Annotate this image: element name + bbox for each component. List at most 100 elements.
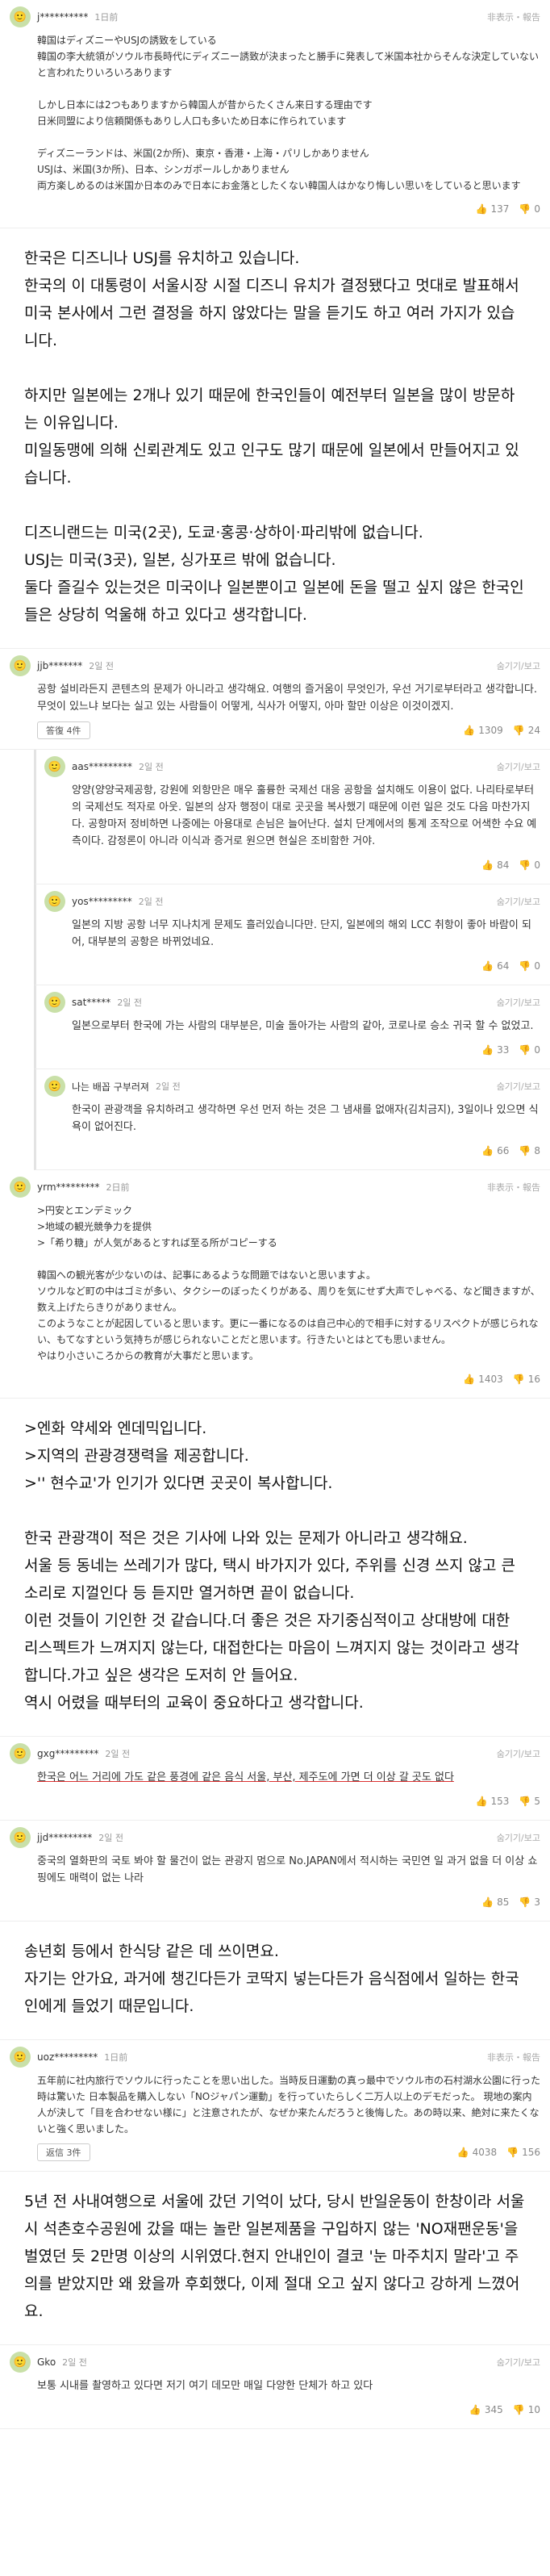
- page: 🙂 j********** 1日前 非表示・報告 韓国はディズニーやUSJの誘致…: [0, 0, 550, 2576]
- thumbs-up-icon: 👍: [481, 1044, 494, 1056]
- timestamp: 2일 전: [62, 2357, 87, 2368]
- thumbs-up-icon: 👍: [456, 2147, 469, 2158]
- like-button[interactable]: 👍 1403: [463, 1374, 503, 1385]
- report-link[interactable]: 非表示・報告: [487, 10, 540, 23]
- username[interactable]: aas*********: [72, 761, 132, 772]
- thumbs-down-icon: 👎: [519, 203, 531, 215]
- thumbs-down-icon: 👎: [519, 859, 531, 871]
- report-link[interactable]: 숨기기/보고: [497, 895, 540, 908]
- like-button[interactable]: 👍 345: [469, 2404, 503, 2415]
- translation-block: 송년회 등에서 한식당 같은 데 쓰이면요. 자기는 안가요, 과거에 챙긴다든…: [0, 1922, 550, 2040]
- avatar: 🙂: [44, 756, 65, 777]
- comment-body: 중국의 열화판의 국토 봐야 할 물건이 없는 관광지 멈으로 No.JAPAN…: [37, 1855, 538, 1884]
- report-link[interactable]: 非表示・報告: [487, 2051, 540, 2064]
- dislike-button[interactable]: 👎 0: [519, 1044, 540, 1056]
- avatar: 🙂: [10, 655, 31, 676]
- thumbs-down-icon: 👎: [512, 1374, 525, 1385]
- thumbs-down-icon: 👎: [506, 2147, 519, 2158]
- like-button[interactable]: 👍 64: [481, 960, 509, 972]
- username[interactable]: sat*****: [72, 997, 110, 1008]
- reply: 🙂 aas********* 2일 전 숨기기/보고 양양(양양국제공항, 강원…: [34, 750, 550, 884]
- avatar: 🙂: [10, 2047, 31, 2068]
- like-button[interactable]: 👍 84: [481, 859, 509, 871]
- like-button[interactable]: 👍 85: [481, 1896, 509, 1908]
- dislike-button[interactable]: 👎 0: [519, 859, 540, 871]
- report-link[interactable]: 非表示・報告: [487, 1181, 540, 1194]
- timestamp: 2일 전: [89, 661, 115, 671]
- comment: 🙂 jjb******* 2일 전 숨기기/보고 공항 설비라든지 콘텐츠의 문…: [0, 649, 550, 750]
- avatar: 🙂: [10, 1177, 31, 1198]
- avatar: 🙂: [10, 6, 31, 27]
- username[interactable]: jjd*********: [37, 1832, 92, 1843]
- like-button[interactable]: 👍 66: [481, 1145, 509, 1156]
- username[interactable]: jjb*******: [37, 660, 82, 671]
- username[interactable]: yrm*********: [37, 1181, 100, 1193]
- comment-body: 五年前に社内旅行でソウルに行ったことを思い出した。当時反日運動の真っ最中でソウル…: [37, 2075, 541, 2135]
- report-link[interactable]: 숨기기/보고: [497, 760, 540, 773]
- thumbs-up-icon: 👍: [481, 1896, 494, 1908]
- report-link[interactable]: 숨기기/보고: [497, 659, 540, 672]
- timestamp: 2일 전: [138, 762, 164, 772]
- username[interactable]: uoz*********: [37, 2051, 98, 2063]
- thumbs-down-icon: 👎: [519, 1896, 531, 1908]
- comment-body: 공항 설비라든지 콘텐츠의 문제가 아니라고 생각해요. 여행의 즐거움이 무엇…: [37, 684, 537, 713]
- dislike-button[interactable]: 👎 16: [513, 1374, 540, 1385]
- report-link[interactable]: 숨기기/보고: [497, 996, 540, 1009]
- like-button[interactable]: 👍 4038: [457, 2147, 498, 2158]
- thumbs-down-icon: 👎: [512, 2404, 525, 2415]
- username[interactable]: yos*********: [72, 896, 132, 907]
- report-link[interactable]: 숨기기/보고: [497, 2356, 540, 2369]
- reply: 🙂 sat***** 2일 전 숨기기/보고 일본으로부터 한국에 가는 사람의…: [34, 985, 550, 1069]
- reply: 🙂 나는 배꼽 구부러져 2일 전 숨기기/보고 한국이 관광객을 유치하려고 …: [34, 1069, 550, 1170]
- like-button[interactable]: 👍 137: [476, 203, 510, 215]
- thumbs-up-icon: 👍: [481, 960, 494, 972]
- dislike-button[interactable]: 👎 24: [513, 725, 540, 736]
- comment-body: 보통 시내를 촬영하고 있다면 저기 여기 데모만 매일 다양한 단체가 하고 …: [37, 2380, 373, 2392]
- thumbs-up-icon: 👍: [463, 725, 476, 736]
- comment-body: 한국이 관광객을 유치하려고 생각하면 우선 먼저 하는 것은 그 냄새를 없애…: [72, 1104, 539, 1133]
- like-button[interactable]: 👍 153: [476, 1796, 510, 1807]
- like-button[interactable]: 👍 33: [481, 1044, 509, 1056]
- avatar: 🙂: [44, 992, 65, 1013]
- replies-toggle-button[interactable]: 答復 4件: [37, 721, 90, 739]
- replies-toggle-button[interactable]: 返信 3件: [37, 2143, 90, 2161]
- report-link[interactable]: 숨기기/보고: [497, 1080, 540, 1093]
- reply: 🙂 yos********* 2일 전 숨기기/보고 일본의 지방 공항 너무 …: [34, 884, 550, 985]
- comment-body: 일본으로부터 한국에 가는 사람의 대부분은, 미술 돌아가는 사람의 같아, …: [72, 1020, 534, 1032]
- avatar: 🙂: [10, 1827, 31, 1848]
- translation-block: >엔화 약세와 엔데믹입니다. >지역의 관광경쟁력을 제공합니다. >'' 현…: [0, 1399, 550, 1737]
- like-button[interactable]: 👍 1309: [463, 725, 503, 736]
- report-link[interactable]: 숨기기/보고: [497, 1747, 540, 1760]
- dislike-button[interactable]: 👎 5: [519, 1796, 540, 1807]
- thumbs-up-icon: 👍: [475, 1796, 488, 1807]
- dislike-button[interactable]: 👎 0: [519, 203, 540, 215]
- comment: 🙂 Gko 2일 전 숨기기/보고 보통 시내를 촬영하고 있다면 저기 여기 …: [0, 2345, 550, 2429]
- username[interactable]: Gko: [37, 2356, 56, 2368]
- comment: 🙂 j********** 1日前 非表示・報告 韓国はディズニーやUSJの誘致…: [0, 0, 550, 228]
- dislike-button[interactable]: 👎 8: [519, 1145, 540, 1156]
- username[interactable]: j**********: [37, 11, 88, 23]
- thumbs-up-icon: 👍: [481, 1145, 494, 1156]
- comment: 🙂 gxg********* 2일 전 숨기기/보고 한국은 어느 거리에 가도…: [0, 1737, 550, 1821]
- timestamp: 2일 전: [117, 997, 143, 1008]
- dislike-button[interactable]: 👎 3: [519, 1896, 540, 1908]
- timestamp: 1日前: [104, 2052, 128, 2063]
- username[interactable]: 나는 배꼽 구부러져: [72, 1080, 149, 1094]
- comment: 🙂 yrm********* 2日前 非表示・報告 >円安とエンデミック >地域…: [0, 1170, 550, 1399]
- username[interactable]: gxg*********: [37, 1748, 98, 1759]
- timestamp: 2일 전: [138, 897, 164, 907]
- translation-block: 한국은 디즈니나 USJ를 유치하고 있습니다. 한국의 이 대통령이 서울시장…: [0, 228, 550, 649]
- thumbs-up-icon: 👍: [463, 1374, 476, 1385]
- report-link[interactable]: 숨기기/보고: [497, 1831, 540, 1844]
- comment: 🙂 uoz********* 1日前 非表示・報告 五年前に社内旅行でソウルに行…: [0, 2040, 550, 2172]
- comment-body: 양양(양양국제공항, 강원에 외항만은 매우 훌륭한 국제선 대응 공항을 설치…: [72, 784, 537, 847]
- comment-body: 한국은 어느 거리에 가도 같은 풍경에 같은 음식 서울, 부산, 제주도에 …: [37, 1771, 454, 1784]
- dislike-button[interactable]: 👎 0: [519, 960, 540, 972]
- comment-body: >円安とエンデミック >地域の観光競争力を提供 >「希り糖」が人気があるとすれば…: [37, 1205, 540, 1361]
- thumbs-up-icon: 👍: [481, 859, 494, 871]
- dislike-button[interactable]: 👎 10: [513, 2404, 540, 2415]
- dislike-button[interactable]: 👎 156: [506, 2147, 540, 2158]
- comment-body: 일본의 지방 공항 너무 지나치게 문제도 흘러있습니다만. 단지, 일본에의 …: [72, 919, 531, 948]
- translation-block: 5년 전 사내여행으로 서울에 갔던 기억이 났다, 당시 반일운동이 한창이라…: [0, 2172, 550, 2345]
- thumbs-down-icon: 👎: [519, 1044, 531, 1056]
